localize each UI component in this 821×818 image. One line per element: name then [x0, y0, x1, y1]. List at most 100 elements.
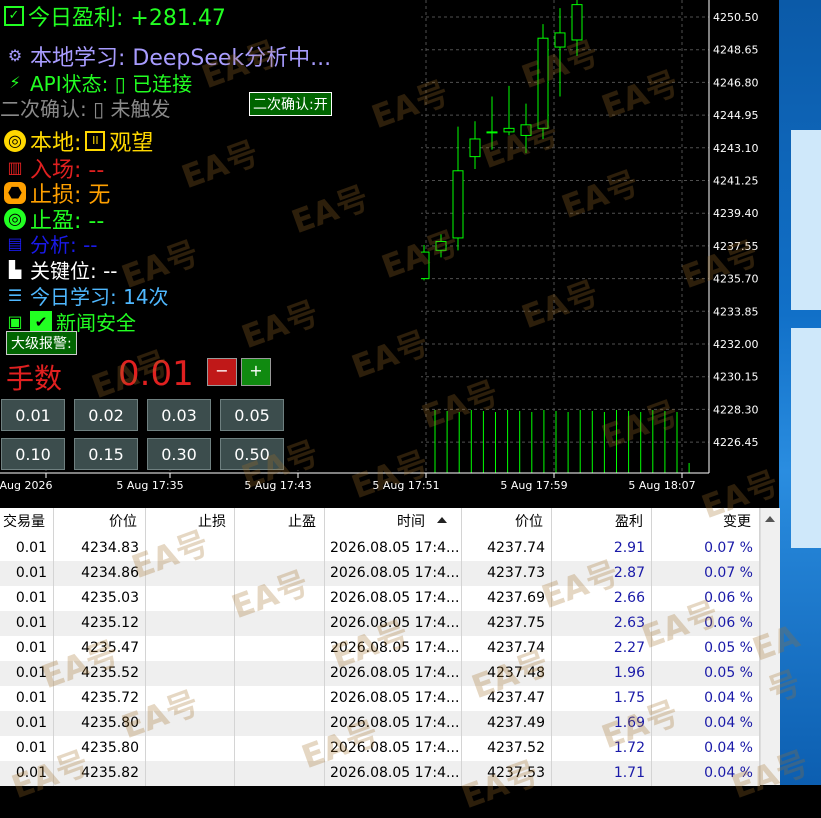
candle-body: [520, 124, 532, 136]
table-row[interactable]: 0.01 4235.80 2026.08.05 17:4... 4237.49 1.69…: [0, 711, 760, 736]
price-tick-label: 4230.15: [713, 371, 759, 384]
lot-button-0.03[interactable]: 0.03: [147, 399, 211, 431]
cell-change: 0.05 %: [652, 636, 760, 661]
second-confirm-row: 二次确认: ▯ 未触发: [0, 93, 170, 122]
cell-take-profit: [235, 536, 325, 561]
second-confirm-text: 二次确认: ▯ 未触发: [0, 97, 171, 121]
cell-profit: 2.63: [552, 611, 652, 636]
lot-button-0.01[interactable]: 0.01: [1, 399, 65, 431]
cell-open-price: 4235.03: [54, 586, 146, 611]
stop-icon: ⬣: [4, 182, 26, 204]
cell-stop-loss: [146, 661, 235, 686]
price-tick-label: 4235.70: [713, 273, 759, 286]
price-tick-label: 4248.65: [713, 44, 759, 57]
time-tick-label: 5 Aug 17:59: [500, 479, 567, 492]
today-profit-text: 今日盈利: +281.47: [28, 6, 226, 31]
table-row[interactable]: 0.01 4235.82 2026.08.05 17:4... 4237.53 1.71…: [0, 761, 760, 786]
local-state: 观望: [109, 131, 154, 156]
cell-current-price: 4237.52: [462, 736, 552, 761]
lot-button-0.30[interactable]: 0.30: [147, 438, 211, 470]
cell-change: 0.04 %: [652, 711, 760, 736]
cell-stop-loss: [146, 736, 235, 761]
col-change[interactable]: 变更: [652, 508, 760, 536]
col-current-price[interactable]: 价位: [462, 508, 552, 536]
cell-open-price: 4235.72: [54, 686, 146, 711]
newspaper-icon: ▣: [7, 311, 23, 331]
cell-volume: 0.01: [0, 761, 54, 786]
cell-stop-loss: [146, 561, 235, 586]
table-row[interactable]: 0.01 4235.80 2026.08.05 17:4... 4237.52 1.72…: [0, 736, 760, 761]
lots-label: 手数: [6, 362, 63, 395]
brain-icon: ⚙: [7, 46, 23, 65]
table-row[interactable]: 0.01 4235.72 2026.08.05 17:4... 4237.47 1.75…: [0, 686, 760, 711]
cell-take-profit: [235, 611, 325, 636]
time-tick-label: Aug 2026: [0, 479, 52, 492]
lot-button-0.15[interactable]: 0.15: [74, 438, 138, 470]
cell-profit: 1.71: [552, 761, 652, 786]
cell-time: 2026.08.05 17:4...: [325, 661, 462, 686]
cell-time: 2026.08.05 17:4...: [325, 711, 462, 736]
lot-button-0.10[interactable]: 0.10: [1, 438, 65, 470]
cell-time: 2026.08.05 17:4...: [325, 686, 462, 711]
checkbox-icon: ✓: [4, 6, 24, 26]
cell-volume: 0.01: [0, 586, 54, 611]
col-volume[interactable]: 交易量: [0, 508, 54, 536]
cell-take-profit: [235, 586, 325, 611]
cell-change: 0.04 %: [652, 686, 760, 711]
cell-profit: 1.72: [552, 736, 652, 761]
col-take-profit[interactable]: 止盈: [235, 508, 325, 536]
cell-volume: 0.01: [0, 536, 54, 561]
cell-time: 2026.08.05 17:4...: [325, 611, 462, 636]
increase-lots-button[interactable]: +: [241, 358, 271, 386]
vertical-scrollbar[interactable]: [760, 508, 780, 785]
cell-change: 0.07 %: [652, 561, 760, 586]
second-confirm-button[interactable]: 二次确认:开: [249, 92, 332, 116]
lots-value: 0.01: [118, 354, 194, 394]
col-open-price[interactable]: 价位: [54, 508, 146, 536]
cell-change: 0.06 %: [652, 586, 760, 611]
cell-open-price: 4234.86: [54, 561, 146, 586]
table-row[interactable]: 0.01 4235.52 2026.08.05 17:4... 4237.48 1.96…: [0, 661, 760, 686]
cell-volume: 0.01: [0, 561, 54, 586]
price-tick-label: 4237.55: [713, 240, 759, 253]
cell-current-price: 4237.73: [462, 561, 552, 586]
cell-profit: 2.87: [552, 561, 652, 586]
candle-body: [452, 170, 464, 239]
lot-button-0.02[interactable]: 0.02: [74, 399, 138, 431]
price-tick-label: 4250.50: [713, 11, 759, 24]
decrease-lots-button[interactable]: −: [207, 358, 237, 386]
time-tick-label: 5 Aug 17:51: [372, 479, 439, 492]
cell-time: 2026.08.05 17:4...: [325, 636, 462, 661]
table-row[interactable]: 0.01 4235.12 2026.08.05 17:4... 4237.75 2.63…: [0, 611, 760, 636]
cell-volume: 0.01: [0, 736, 54, 761]
cell-time: 2026.08.05 17:4...: [325, 736, 462, 761]
cell-take-profit: [235, 761, 325, 786]
cell-current-price: 4237.74: [462, 636, 552, 661]
cell-change: 0.04 %: [652, 761, 760, 786]
bullseye-icon: ◎: [4, 208, 26, 230]
today-learn-row: ☰ 今日学习: 14次: [4, 281, 169, 310]
alarm-button[interactable]: 大级报警:: [6, 331, 77, 355]
table-row[interactable]: 0.01 4235.03 2026.08.05 17:4... 4237.69 2.66…: [0, 586, 760, 611]
cell-volume: 0.01: [0, 661, 54, 686]
cell-profit: 1.69: [552, 711, 652, 736]
candle-body: [537, 37, 549, 129]
database-icon: ☰: [7, 285, 23, 305]
price-tick-label: 4233.85: [713, 305, 759, 318]
lot-button-0.50[interactable]: 0.50: [220, 438, 284, 470]
table-row[interactable]: 0.01 4234.83 2026.08.05 17:4... 4237.74 2.91…: [0, 536, 760, 561]
col-profit[interactable]: 盈利: [552, 508, 652, 536]
cell-take-profit: [235, 636, 325, 661]
cell-volume: 0.01: [0, 711, 54, 736]
table-header: 交易量 价位 止损 止盈 时间 价位 盈利 变更: [0, 508, 760, 537]
lot-button-0.05[interactable]: 0.05: [220, 399, 284, 431]
col-stop-loss[interactable]: 止损: [146, 508, 235, 536]
cell-stop-loss: [146, 611, 235, 636]
scroll-up-icon[interactable]: [765, 516, 775, 522]
cell-change: 0.06 %: [652, 611, 760, 636]
time-tick-label: 5 Aug 17:35: [116, 479, 183, 492]
table-row[interactable]: 0.01 4235.47 2026.08.05 17:4... 4237.74 2.27…: [0, 636, 760, 661]
cell-stop-loss: [146, 536, 235, 561]
table-row[interactable]: 0.01 4234.86 2026.08.05 17:4... 4237.73 2.87…: [0, 561, 760, 586]
cell-current-price: 4237.74: [462, 536, 552, 561]
